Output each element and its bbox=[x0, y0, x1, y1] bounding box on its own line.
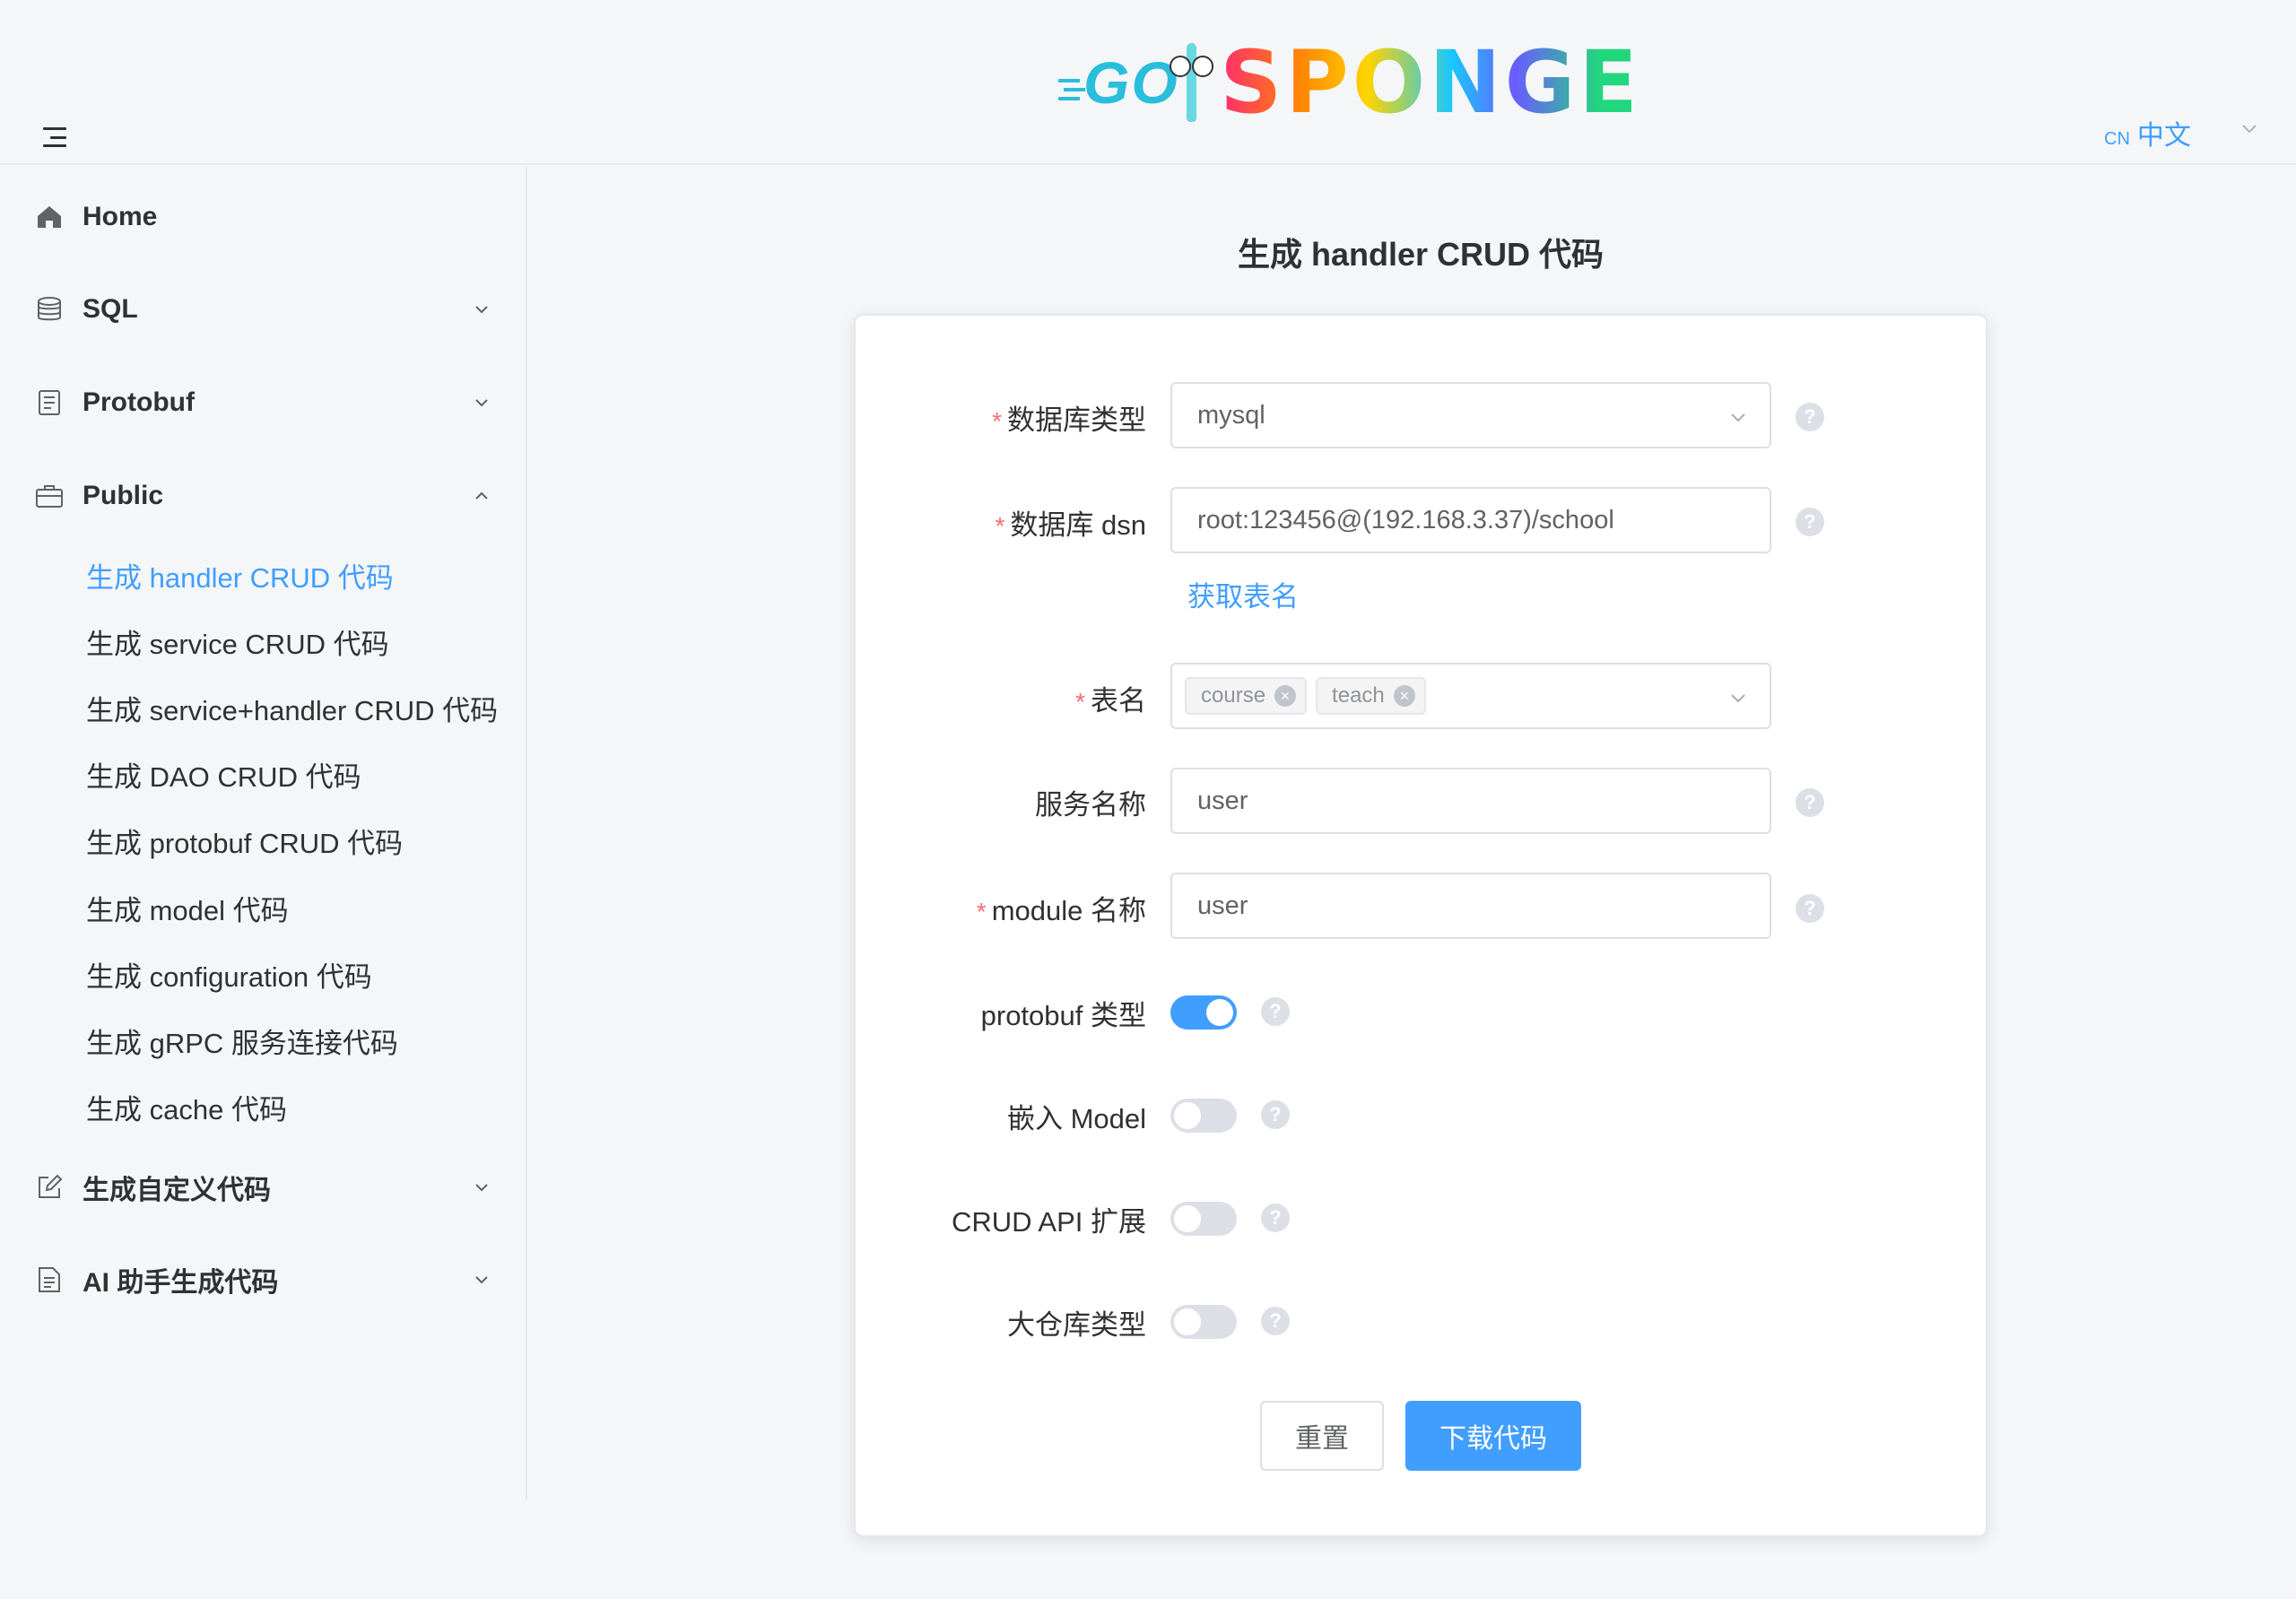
chevron-up-icon bbox=[475, 491, 488, 500]
home-icon bbox=[38, 206, 61, 228]
sidebar-item-public[interactable]: Public bbox=[0, 460, 526, 532]
sidebar-item-label: AI 助手生成代码 bbox=[83, 1268, 279, 1298]
service-name-label: 服务名称 bbox=[1035, 789, 1146, 821]
sidebar-subitem-service-crud[interactable]: 生成 service CRUD 代码 bbox=[86, 614, 389, 668]
document-icon bbox=[39, 390, 60, 415]
embed-model-label: 嵌入 Model bbox=[1006, 1103, 1146, 1134]
required-mark: * bbox=[992, 407, 1002, 435]
sidebar-item-custom-code[interactable]: 生成自定义代码 bbox=[0, 1151, 526, 1223]
service-name-value: user bbox=[1197, 786, 1248, 815]
sidebar-item-ai-code[interactable]: AI 助手生成代码 bbox=[0, 1244, 526, 1316]
module-name-value: user bbox=[1197, 891, 1248, 920]
required-mark: * bbox=[976, 898, 987, 926]
sidebar-subitem-protobuf-crud[interactable]: 生成 protobuf CRUD 代码 bbox=[86, 813, 403, 867]
edit-icon bbox=[39, 1174, 63, 1198]
table-tag: course × bbox=[1185, 677, 1308, 715]
help-icon[interactable]: ? bbox=[1796, 894, 1824, 923]
reset-button[interactable]: 重置 bbox=[1260, 1401, 1384, 1471]
sidebar-subitem-service-handler-crud[interactable]: 生成 service+handler CRUD 代码 bbox=[86, 681, 498, 734]
embed-model-switch[interactable] bbox=[1170, 1099, 1237, 1133]
sidebar-item-home[interactable]: Home bbox=[0, 181, 526, 253]
chevron-down-icon bbox=[475, 306, 488, 314]
sidebar-subitem-cache[interactable]: 生成 cache 代码 bbox=[86, 1080, 287, 1134]
db-type-label: * 数据库类型 bbox=[992, 404, 1146, 436]
database-icon bbox=[38, 297, 61, 321]
db-type-select[interactable]: mysql bbox=[1170, 382, 1771, 448]
dsn-label: * 数据库 dsn bbox=[995, 509, 1146, 541]
sidebar-item-label: SQL bbox=[83, 294, 138, 324]
sidebar-subitem-grpc-connection[interactable]: 生成 gRPC 服务连接代码 bbox=[86, 1013, 398, 1067]
dsn-input[interactable]: root:123456@(192.168.3.37)/school bbox=[1170, 487, 1771, 553]
document-text-icon bbox=[39, 1267, 60, 1292]
sidebar: Home SQL Protobuf Public 生成 handler CRUD… bbox=[0, 167, 527, 1499]
help-icon[interactable]: ? bbox=[1796, 788, 1824, 817]
sidebar-item-label: Home bbox=[83, 202, 158, 231]
help-icon[interactable]: ? bbox=[1261, 1204, 1290, 1232]
page-title: 生成 handler CRUD 代码 bbox=[1238, 236, 1605, 273]
close-icon[interactable]: × bbox=[1274, 685, 1297, 707]
protobuf-type-label: protobuf 类型 bbox=[980, 1000, 1146, 1031]
language-label: 中文 bbox=[2136, 121, 2191, 151]
crud-api-ext-label: CRUD API 扩展 bbox=[951, 1206, 1146, 1238]
module-name-input[interactable]: user bbox=[1170, 873, 1771, 939]
table-label: * 表名 bbox=[1075, 685, 1146, 717]
logo-go-text: GO bbox=[1058, 48, 1179, 117]
required-mark: * bbox=[995, 512, 1005, 540]
sidebar-subitem-handler-crud[interactable]: 生成 handler CRUD 代码 bbox=[86, 548, 394, 602]
sidebar-item-label: Protobuf bbox=[83, 387, 195, 417]
chevron-down-icon bbox=[475, 1184, 488, 1192]
sidebar-item-label: 生成自定义代码 bbox=[83, 1176, 271, 1205]
sidebar-item-protobuf[interactable]: Protobuf bbox=[0, 367, 526, 439]
monorepo-type-switch[interactable] bbox=[1170, 1305, 1237, 1339]
sidebar-subitem-model[interactable]: 生成 model 代码 bbox=[86, 881, 289, 934]
dsn-value: root:123456@(192.168.3.37)/school bbox=[1197, 505, 1614, 534]
help-icon[interactable]: ? bbox=[1261, 1100, 1290, 1129]
service-name-input[interactable]: user bbox=[1170, 768, 1771, 834]
sidebar-subitem-configuration[interactable]: 生成 configuration 代码 bbox=[86, 947, 372, 1001]
sidebar-item-label: Public bbox=[83, 481, 164, 510]
sidebar-subitem-dao-crud[interactable]: 生成 DAO CRUD 代码 bbox=[86, 747, 361, 801]
language-selector[interactable]: CN 中文 bbox=[2104, 113, 2191, 152]
chevron-down-icon bbox=[1731, 694, 1745, 703]
help-icon[interactable]: ? bbox=[1796, 403, 1824, 431]
chevron-down-icon[interactable] bbox=[2240, 120, 2258, 138]
chevron-down-icon bbox=[475, 399, 488, 407]
help-icon[interactable]: ? bbox=[1261, 997, 1290, 1026]
close-icon[interactable]: × bbox=[1393, 685, 1415, 707]
top-header: GO SPONGE CN 中文 bbox=[0, 0, 2296, 165]
monorepo-type-label: 大仓库类型 bbox=[1007, 1309, 1146, 1341]
go-sponge-logo: GO SPONGE bbox=[1058, 38, 1641, 127]
fetch-tables-button[interactable]: 获取表名 bbox=[1187, 574, 1299, 614]
chevron-down-icon bbox=[475, 1276, 488, 1284]
module-name-label: * module 名称 bbox=[976, 895, 1146, 926]
table-tag: teach × bbox=[1316, 677, 1426, 715]
crud-api-ext-switch[interactable] bbox=[1170, 1202, 1237, 1236]
language-code: CN bbox=[2104, 129, 2130, 149]
help-icon[interactable]: ? bbox=[1261, 1307, 1290, 1335]
logo-sponge-text: SPONGE bbox=[1220, 32, 1641, 133]
download-code-button[interactable]: 下载代码 bbox=[1405, 1401, 1581, 1471]
required-mark: * bbox=[1075, 688, 1085, 716]
briefcase-icon bbox=[36, 485, 63, 508]
db-type-value: mysql bbox=[1197, 400, 1265, 430]
menu-toggle-icon[interactable] bbox=[43, 127, 66, 147]
protobuf-type-switch[interactable] bbox=[1170, 995, 1237, 1030]
help-icon[interactable]: ? bbox=[1796, 508, 1824, 536]
gopher-mascot-icon bbox=[1169, 43, 1215, 122]
chevron-down-icon bbox=[1731, 413, 1745, 422]
sidebar-item-sql[interactable]: SQL bbox=[0, 274, 526, 345]
table-multiselect[interactable]: course × teach × bbox=[1170, 663, 1771, 729]
